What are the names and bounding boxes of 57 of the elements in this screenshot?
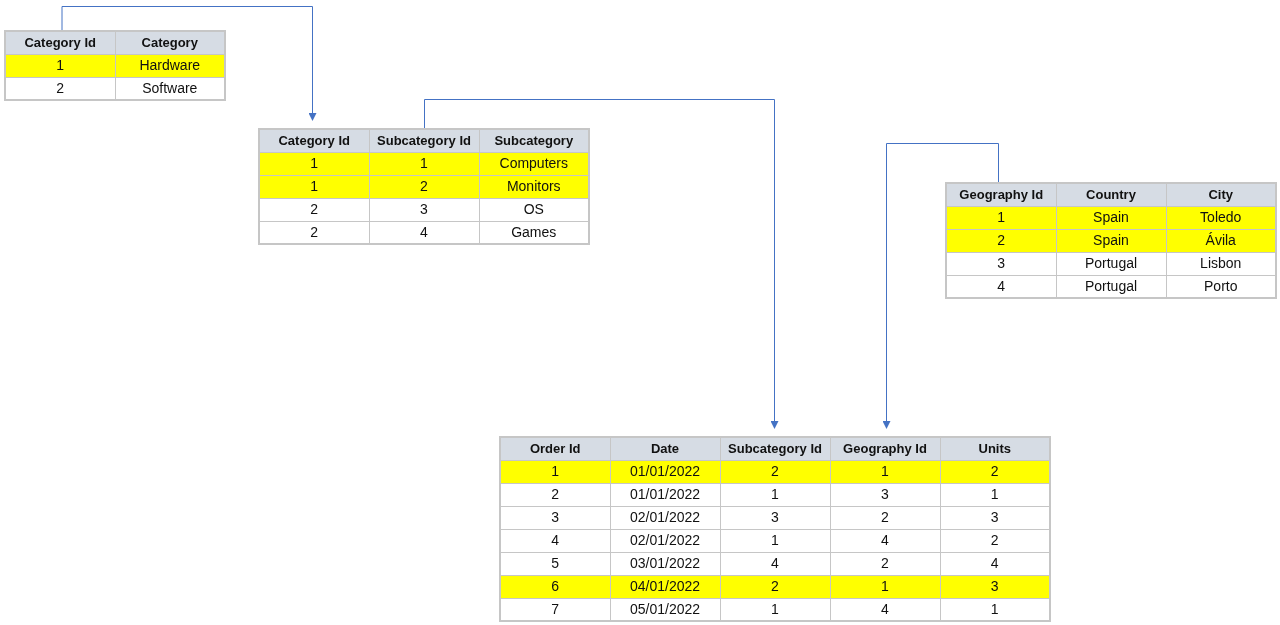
table-cell: 1 bbox=[946, 206, 1056, 229]
table-cell: 2 bbox=[259, 198, 369, 221]
column-header: Country bbox=[1056, 183, 1166, 206]
column-header: Geography Id bbox=[946, 183, 1056, 206]
table-cell: Spain bbox=[1056, 229, 1166, 252]
table-cell: Hardware bbox=[115, 54, 225, 77]
table-cell: 2 bbox=[720, 460, 830, 483]
column-header: Order Id bbox=[500, 437, 610, 460]
table-cell: 2 bbox=[830, 506, 940, 529]
table-cell: 04/01/2022 bbox=[610, 575, 720, 598]
table-cell: 03/01/2022 bbox=[610, 552, 720, 575]
table-cell: 1 bbox=[720, 529, 830, 552]
table-cell: 3 bbox=[500, 506, 610, 529]
table-cell: Portugal bbox=[1056, 252, 1166, 275]
table-cell: 02/01/2022 bbox=[610, 529, 720, 552]
table-cell: 3 bbox=[369, 198, 479, 221]
column-header: Subcategory Id bbox=[720, 437, 830, 460]
table-cell: 2 bbox=[369, 175, 479, 198]
column-header: Geography Id bbox=[830, 437, 940, 460]
table-cell: 1 bbox=[369, 152, 479, 175]
table-cell: 4 bbox=[830, 529, 940, 552]
table-cell: 4 bbox=[720, 552, 830, 575]
table-cell: 2 bbox=[500, 483, 610, 506]
column-header: Subcategory Id bbox=[369, 129, 479, 152]
table-cell: 1 bbox=[830, 575, 940, 598]
table-cell: 01/01/2022 bbox=[610, 460, 720, 483]
column-header: Date bbox=[610, 437, 720, 460]
table-cell: 3 bbox=[720, 506, 830, 529]
column-header: Category Id bbox=[259, 129, 369, 152]
table-cell: Ávila bbox=[1166, 229, 1276, 252]
table-cell: 3 bbox=[830, 483, 940, 506]
table-cell: Monitors bbox=[479, 175, 589, 198]
column-header: Category bbox=[115, 31, 225, 54]
table-cell: 1 bbox=[720, 483, 830, 506]
column-header: Category Id bbox=[5, 31, 115, 54]
table-cell: 3 bbox=[940, 575, 1050, 598]
table-cell: 02/01/2022 bbox=[610, 506, 720, 529]
table-cell: 2 bbox=[940, 460, 1050, 483]
table-cell: 2 bbox=[830, 552, 940, 575]
column-header: Units bbox=[940, 437, 1050, 460]
table-cell: 1 bbox=[259, 175, 369, 198]
table-cell: 2 bbox=[720, 575, 830, 598]
table-cell: Computers bbox=[479, 152, 589, 175]
table-cell: Spain bbox=[1056, 206, 1166, 229]
column-header: Subcategory bbox=[479, 129, 589, 152]
table-cell: 1 bbox=[5, 54, 115, 77]
table-cell: 5 bbox=[500, 552, 610, 575]
table-cell: 2 bbox=[946, 229, 1056, 252]
table-cell: 1 bbox=[500, 460, 610, 483]
table-cell: 3 bbox=[946, 252, 1056, 275]
table-cell: Toledo bbox=[1166, 206, 1276, 229]
table-cell: 01/01/2022 bbox=[610, 483, 720, 506]
table-cell: 1 bbox=[830, 460, 940, 483]
column-header: City bbox=[1166, 183, 1276, 206]
table-cell: 4 bbox=[500, 529, 610, 552]
table-cell: 6 bbox=[500, 575, 610, 598]
table-cell: 1 bbox=[259, 152, 369, 175]
